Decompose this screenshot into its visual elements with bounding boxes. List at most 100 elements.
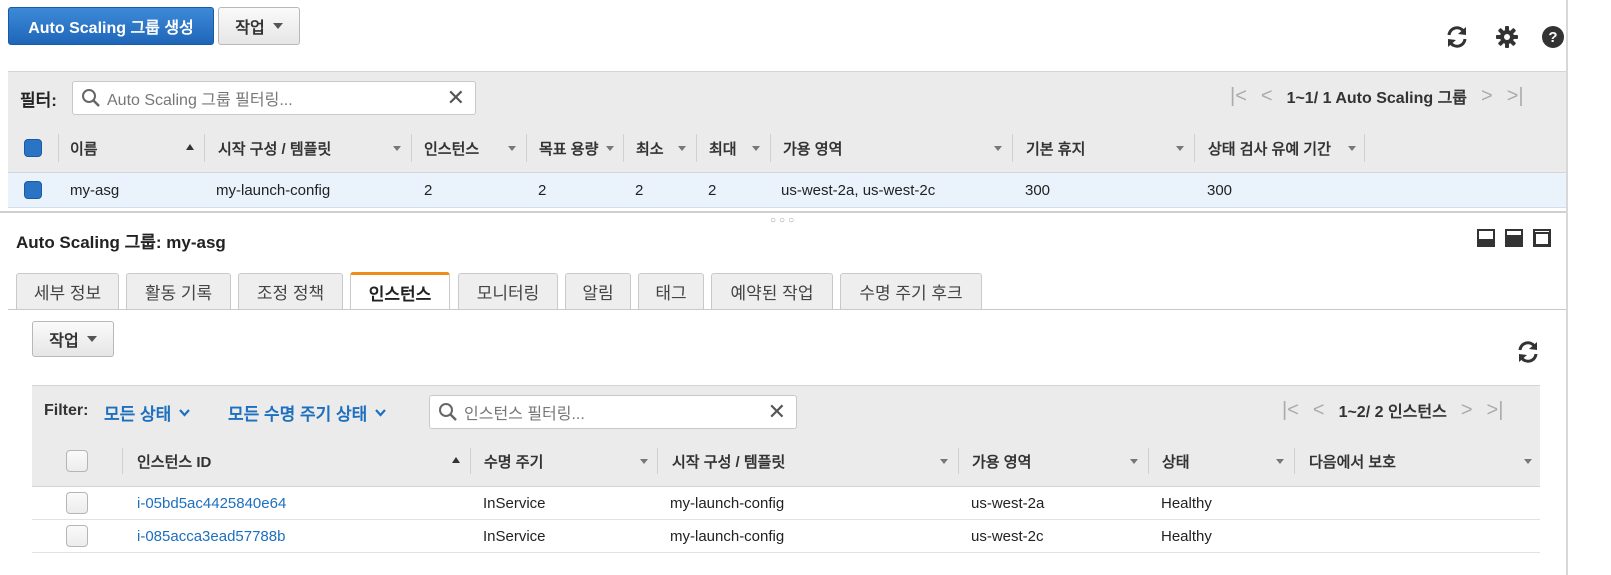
col-instance-id[interactable]: 인스턴스 ID (137, 436, 211, 486)
col-protected-from[interactable]: 다음에서 보호 (1309, 436, 1396, 486)
col-instances[interactable]: 인스턴스 (424, 124, 479, 172)
table-row[interactable]: i-085acca3ead57788b InService my-launch-… (32, 520, 1540, 553)
asg-filter-bar: 필터: Auto Scaling 그룹 필터링... ✕ |< < 1~1/ 1… (8, 71, 1566, 125)
splitter[interactable] (0, 211, 1568, 213)
col-min[interactable]: 최소 (636, 124, 664, 172)
lifecycle-select[interactable]: 모든 수명 주기 상태 (228, 400, 387, 425)
table-row[interactable]: i-05bd5ac4425840e64 InService my-launch-… (32, 487, 1540, 520)
instance-actions-button[interactable]: 작업 (32, 321, 114, 357)
col-max[interactable]: 최대 (709, 124, 737, 172)
tab-tags[interactable]: 태그 (638, 273, 704, 309)
chevron-down-icon (272, 23, 283, 29)
create-asg-button[interactable]: Auto Scaling 그룹 생성 (8, 7, 214, 45)
col-az[interactable]: 가용 영역 (972, 436, 1031, 486)
col-grace[interactable]: 상태 검사 유예 기간 (1208, 124, 1331, 172)
lifecycle-cell: InService (483, 527, 546, 545)
tab-monitoring[interactable]: 모니터링 (458, 273, 558, 309)
instance-id-link[interactable]: i-05bd5ac4425840e64 (137, 487, 286, 519)
instance-search-input[interactable]: 인스턴스 필터링... ✕ (429, 395, 797, 429)
col-menu-icon[interactable] (1176, 146, 1184, 151)
instance-id-link[interactable]: i-085acca3ead57788b (137, 520, 285, 552)
col-name[interactable]: 이름 (70, 124, 98, 172)
help-icon[interactable]: ? (1541, 25, 1565, 49)
az-cell: us-west-2a (971, 494, 1045, 512)
tab-instances[interactable]: 인스턴스 (350, 272, 450, 310)
clear-icon[interactable]: ✕ (768, 401, 786, 423)
asg-grace-cell: 300 (1207, 181, 1233, 199)
refresh-icon[interactable] (1444, 24, 1470, 50)
sort-asc-icon (452, 457, 460, 463)
col-launch-config[interactable]: 시작 구성 / 템플릿 (218, 124, 331, 172)
row-checkbox[interactable] (66, 492, 88, 514)
col-launch-config[interactable]: 시작 구성 / 템플릿 (672, 436, 785, 486)
refresh-icon[interactable] (1515, 339, 1541, 365)
col-menu-icon[interactable] (1276, 459, 1284, 464)
tab-label: 조정 정책 (256, 284, 325, 303)
panel-layout-icon[interactable] (1477, 229, 1495, 247)
col-menu-icon[interactable] (1130, 459, 1138, 464)
col-menu-icon[interactable] (606, 146, 614, 151)
asg-search-input[interactable]: Auto Scaling 그룹 필터링... ✕ (72, 81, 476, 115)
last-page-icon[interactable]: >| (1507, 85, 1524, 108)
tab-scaling-policies[interactable]: 조정 정책 (238, 273, 343, 309)
instance-table-header: 인스턴스 ID 수명 주기 시작 구성 / 템플릿 가용 영역 상태 다음에서 … (32, 436, 1540, 487)
tab-label: 수명 주기 후크 (859, 284, 963, 303)
asg-launch-config-cell: my-launch-config (216, 181, 331, 199)
col-cooldown[interactable]: 기본 휴지 (1026, 124, 1085, 172)
first-page-icon[interactable]: |< (1282, 399, 1299, 422)
scrollbar-edge[interactable] (1566, 0, 1568, 575)
table-row[interactable]: my-asg my-launch-config 2 2 2 2 us-west-… (8, 173, 1566, 208)
splitter-handle-icon[interactable]: ○○○ (770, 215, 797, 226)
col-menu-icon[interactable] (640, 459, 648, 464)
tab-label: 활동 기록 (144, 284, 213, 303)
asg-name-cell: my-asg (70, 181, 120, 199)
tab-scheduled-actions[interactable]: 예약된 작업 (711, 273, 833, 309)
asg-search-placeholder: Auto Scaling 그룹 필터링... (107, 92, 293, 109)
col-menu-icon[interactable] (393, 146, 401, 151)
col-menu-icon[interactable] (1348, 146, 1356, 151)
first-page-icon[interactable]: |< (1230, 85, 1247, 108)
row-checkbox[interactable] (24, 181, 42, 199)
tab-lifecycle-hooks[interactable]: 수명 주기 후크 (840, 273, 982, 309)
launch-config-cell: my-launch-config (670, 494, 785, 512)
col-menu-icon[interactable] (1524, 459, 1532, 464)
col-menu-icon[interactable] (508, 146, 516, 151)
next-page-icon[interactable]: > (1481, 85, 1493, 108)
asg-table-header: 이름 시작 구성 / 템플릿 인스턴스 목표 용량 최소 최대 가용 영역 기본… (8, 124, 1566, 173)
col-menu-icon[interactable] (678, 146, 686, 151)
select-all-checkbox[interactable] (24, 139, 42, 157)
gear-icon[interactable] (1495, 25, 1519, 49)
az-cell: us-west-2c (971, 527, 1044, 545)
search-icon (439, 403, 457, 421)
col-desired[interactable]: 목표 용량 (539, 124, 598, 172)
tab-label: 세부 정보 (33, 284, 102, 303)
panel-layout-icon[interactable] (1505, 229, 1523, 247)
next-page-icon[interactable]: > (1461, 399, 1473, 422)
row-checkbox[interactable] (66, 525, 88, 547)
prev-page-icon[interactable]: < (1313, 399, 1325, 422)
panel-layout-controls (1477, 229, 1551, 247)
prev-page-icon[interactable]: < (1261, 85, 1273, 108)
instance-actions-label: 작업 (49, 333, 79, 350)
select-all-checkbox[interactable] (66, 450, 88, 472)
chevron-down-icon (179, 408, 191, 417)
tab-details[interactable]: 세부 정보 (16, 273, 119, 309)
actions-button[interactable]: 작업 (218, 7, 300, 45)
col-menu-icon[interactable] (752, 146, 760, 151)
col-health[interactable]: 상태 (1162, 436, 1190, 486)
health-cell: Healthy (1161, 527, 1212, 545)
clear-icon[interactable]: ✕ (447, 87, 465, 109)
tabs-divider (8, 309, 1566, 310)
state-select[interactable]: 모든 상태 (104, 400, 191, 425)
instance-search-placeholder: 인스턴스 필터링... (464, 406, 585, 423)
col-menu-icon[interactable] (994, 146, 1002, 151)
col-az[interactable]: 가용 영역 (783, 124, 842, 172)
col-menu-icon[interactable] (940, 459, 948, 464)
panel-layout-icon[interactable] (1533, 229, 1551, 247)
tab-notifications[interactable]: 알림 (565, 273, 631, 309)
launch-config-cell: my-launch-config (670, 527, 785, 545)
last-page-icon[interactable]: >| (1487, 399, 1504, 422)
col-lifecycle[interactable]: 수명 주기 (484, 436, 543, 486)
tab-activity-history[interactable]: 활동 기록 (126, 273, 231, 309)
detail-title: Auto Scaling 그룹: my-asg (16, 233, 226, 252)
